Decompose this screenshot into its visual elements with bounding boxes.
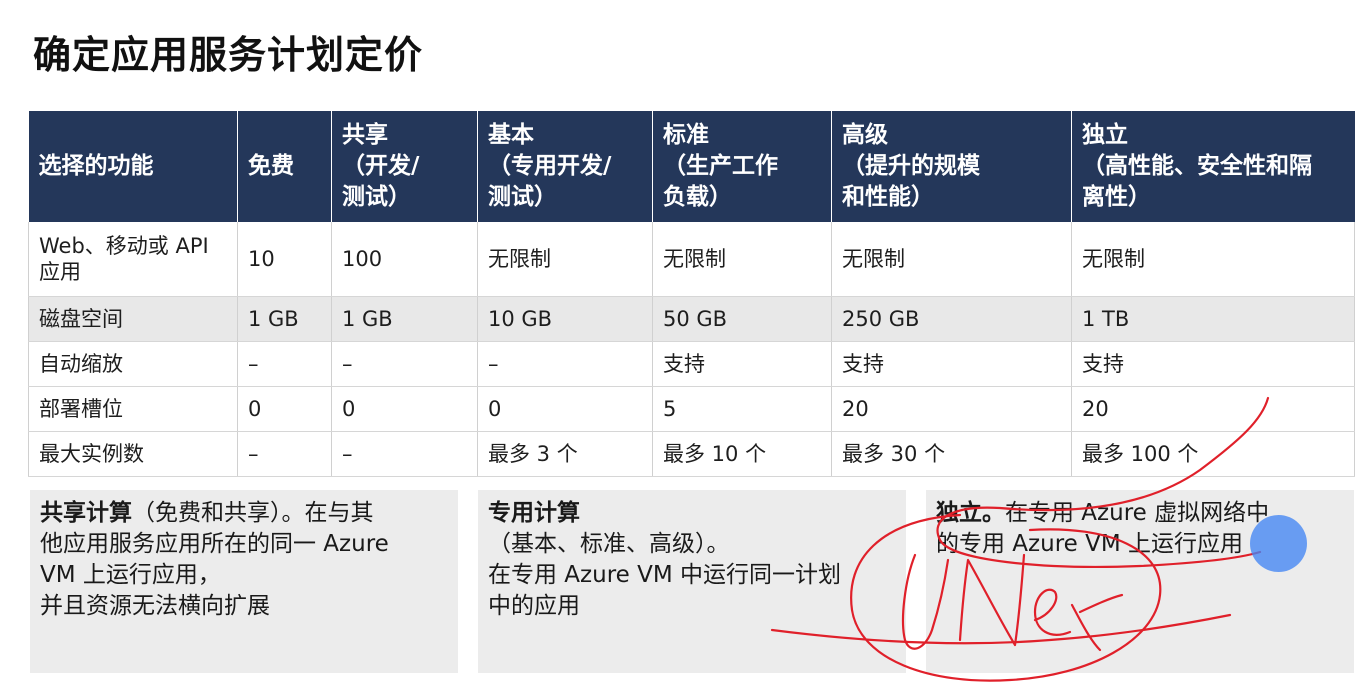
shared-compute-text: （免费和共享）。在与其 bbox=[132, 500, 374, 526]
row-label: 部署槽位 bbox=[28, 386, 238, 432]
dedicated-compute-text: 中的应用 bbox=[488, 593, 580, 619]
table-cell: 0 bbox=[477, 386, 653, 432]
table-row: 最大实例数 – – 最多 3 个 最多 10 个 最多 30 个 最多 100 … bbox=[28, 431, 1355, 477]
table-row: 自动缩放 – – – 支持 支持 支持 bbox=[28, 341, 1355, 387]
table-cell: 1 GB bbox=[331, 296, 478, 342]
table-cell: 支持 bbox=[1071, 341, 1355, 387]
header-basic: 基本 （专用开发/测试） bbox=[477, 111, 653, 222]
table-cell: 20 bbox=[1071, 386, 1355, 432]
row-label: 磁盘空间 bbox=[28, 296, 238, 342]
shared-compute-text: 他应用服务应用所在的同一 Azure bbox=[40, 531, 389, 557]
header-shared: 共享 （开发/测试） bbox=[331, 111, 478, 222]
table-cell: 1 GB bbox=[237, 296, 332, 342]
table-cell: 最多 100 个 bbox=[1071, 431, 1355, 477]
table-cell: 250 GB bbox=[831, 296, 1072, 342]
table-cell: 支持 bbox=[652, 341, 832, 387]
header-isolated: 独立 （高性能、安全性和隔 离性） bbox=[1071, 111, 1355, 222]
table-cell: 10 bbox=[237, 222, 332, 297]
table-cell: 0 bbox=[331, 386, 478, 432]
table-cell: 最多 10 个 bbox=[652, 431, 832, 477]
table-row: 部署槽位 0 0 0 5 20 20 bbox=[28, 386, 1355, 432]
dedicated-compute-text: （基本、标准、高级）。 bbox=[488, 531, 730, 557]
header-free: 免费 bbox=[237, 111, 332, 222]
table-cell: – bbox=[331, 341, 478, 387]
table-cell: – bbox=[237, 431, 332, 477]
page-title: 确定应用服务计划定价 bbox=[33, 33, 424, 77]
table-cell: 无限制 bbox=[652, 222, 832, 297]
dedicated-compute-text: 在专用 Azure VM 中运行同一计划 bbox=[488, 562, 841, 588]
shared-compute-text: VM 上运行应用， bbox=[40, 562, 221, 588]
table-row: Web、移动或 API 应用 10 100 无限制 无限制 无限制 无限制 bbox=[28, 222, 1355, 297]
table-cell: 50 GB bbox=[652, 296, 832, 342]
header-feature: 选择的功能 bbox=[28, 111, 238, 222]
pointer-highlight-icon bbox=[1250, 515, 1307, 572]
table-cell: – bbox=[331, 431, 478, 477]
isolated-compute-text: 的专用 Azure VM 上运行应用 bbox=[936, 531, 1243, 557]
shared-compute-box: 共享计算（免费和共享）。在与其 他应用服务应用所在的同一 Azure VM 上运… bbox=[30, 490, 458, 673]
row-label: Web、移动或 API 应用 bbox=[28, 222, 238, 297]
table-cell: 5 bbox=[652, 386, 832, 432]
table-row: 磁盘空间 1 GB 1 GB 10 GB 50 GB 250 GB 1 TB bbox=[28, 296, 1355, 342]
table-cell: 无限制 bbox=[831, 222, 1072, 297]
table-cell: 最多 3 个 bbox=[477, 431, 653, 477]
table-cell: 20 bbox=[831, 386, 1072, 432]
shared-compute-heading: 共享计算 bbox=[40, 500, 132, 526]
table-cell: 1 TB bbox=[1071, 296, 1355, 342]
table-cell: 10 GB bbox=[477, 296, 653, 342]
table-cell: 100 bbox=[331, 222, 478, 297]
table-header-row: 选择的功能 免费 共享 （开发/测试） 基本 （专用开发/测试） 标准 （生产工作 负载… bbox=[28, 111, 1355, 222]
header-premium: 高级 （提升的规模 和性能） bbox=[831, 111, 1072, 222]
isolated-compute-text: 在专用 Azure 虚拟网络中 bbox=[1005, 500, 1270, 526]
table-cell: 无限制 bbox=[1071, 222, 1355, 297]
dedicated-compute-heading: 专用计算 bbox=[488, 500, 580, 526]
shared-compute-text: 并且资源无法横向扩展 bbox=[40, 593, 270, 619]
dedicated-compute-box: 专用计算 （基本、标准、高级）。 在专用 Azure VM 中运行同一计划 中的… bbox=[478, 490, 906, 673]
header-standard: 标准 （生产工作 负载） bbox=[652, 111, 832, 222]
table-cell: 无限制 bbox=[477, 222, 653, 297]
table-cell: – bbox=[237, 341, 332, 387]
table-cell: 0 bbox=[237, 386, 332, 432]
table-cell: – bbox=[477, 341, 653, 387]
row-label: 最大实例数 bbox=[28, 431, 238, 477]
isolated-compute-heading: 独立。 bbox=[936, 500, 1005, 526]
row-label: 自动缩放 bbox=[28, 341, 238, 387]
table-cell: 最多 30 个 bbox=[831, 431, 1072, 477]
pricing-table: 选择的功能 免费 共享 （开发/测试） 基本 （专用开发/测试） 标准 （生产工作 负载… bbox=[28, 111, 1355, 477]
table-cell: 支持 bbox=[831, 341, 1072, 387]
